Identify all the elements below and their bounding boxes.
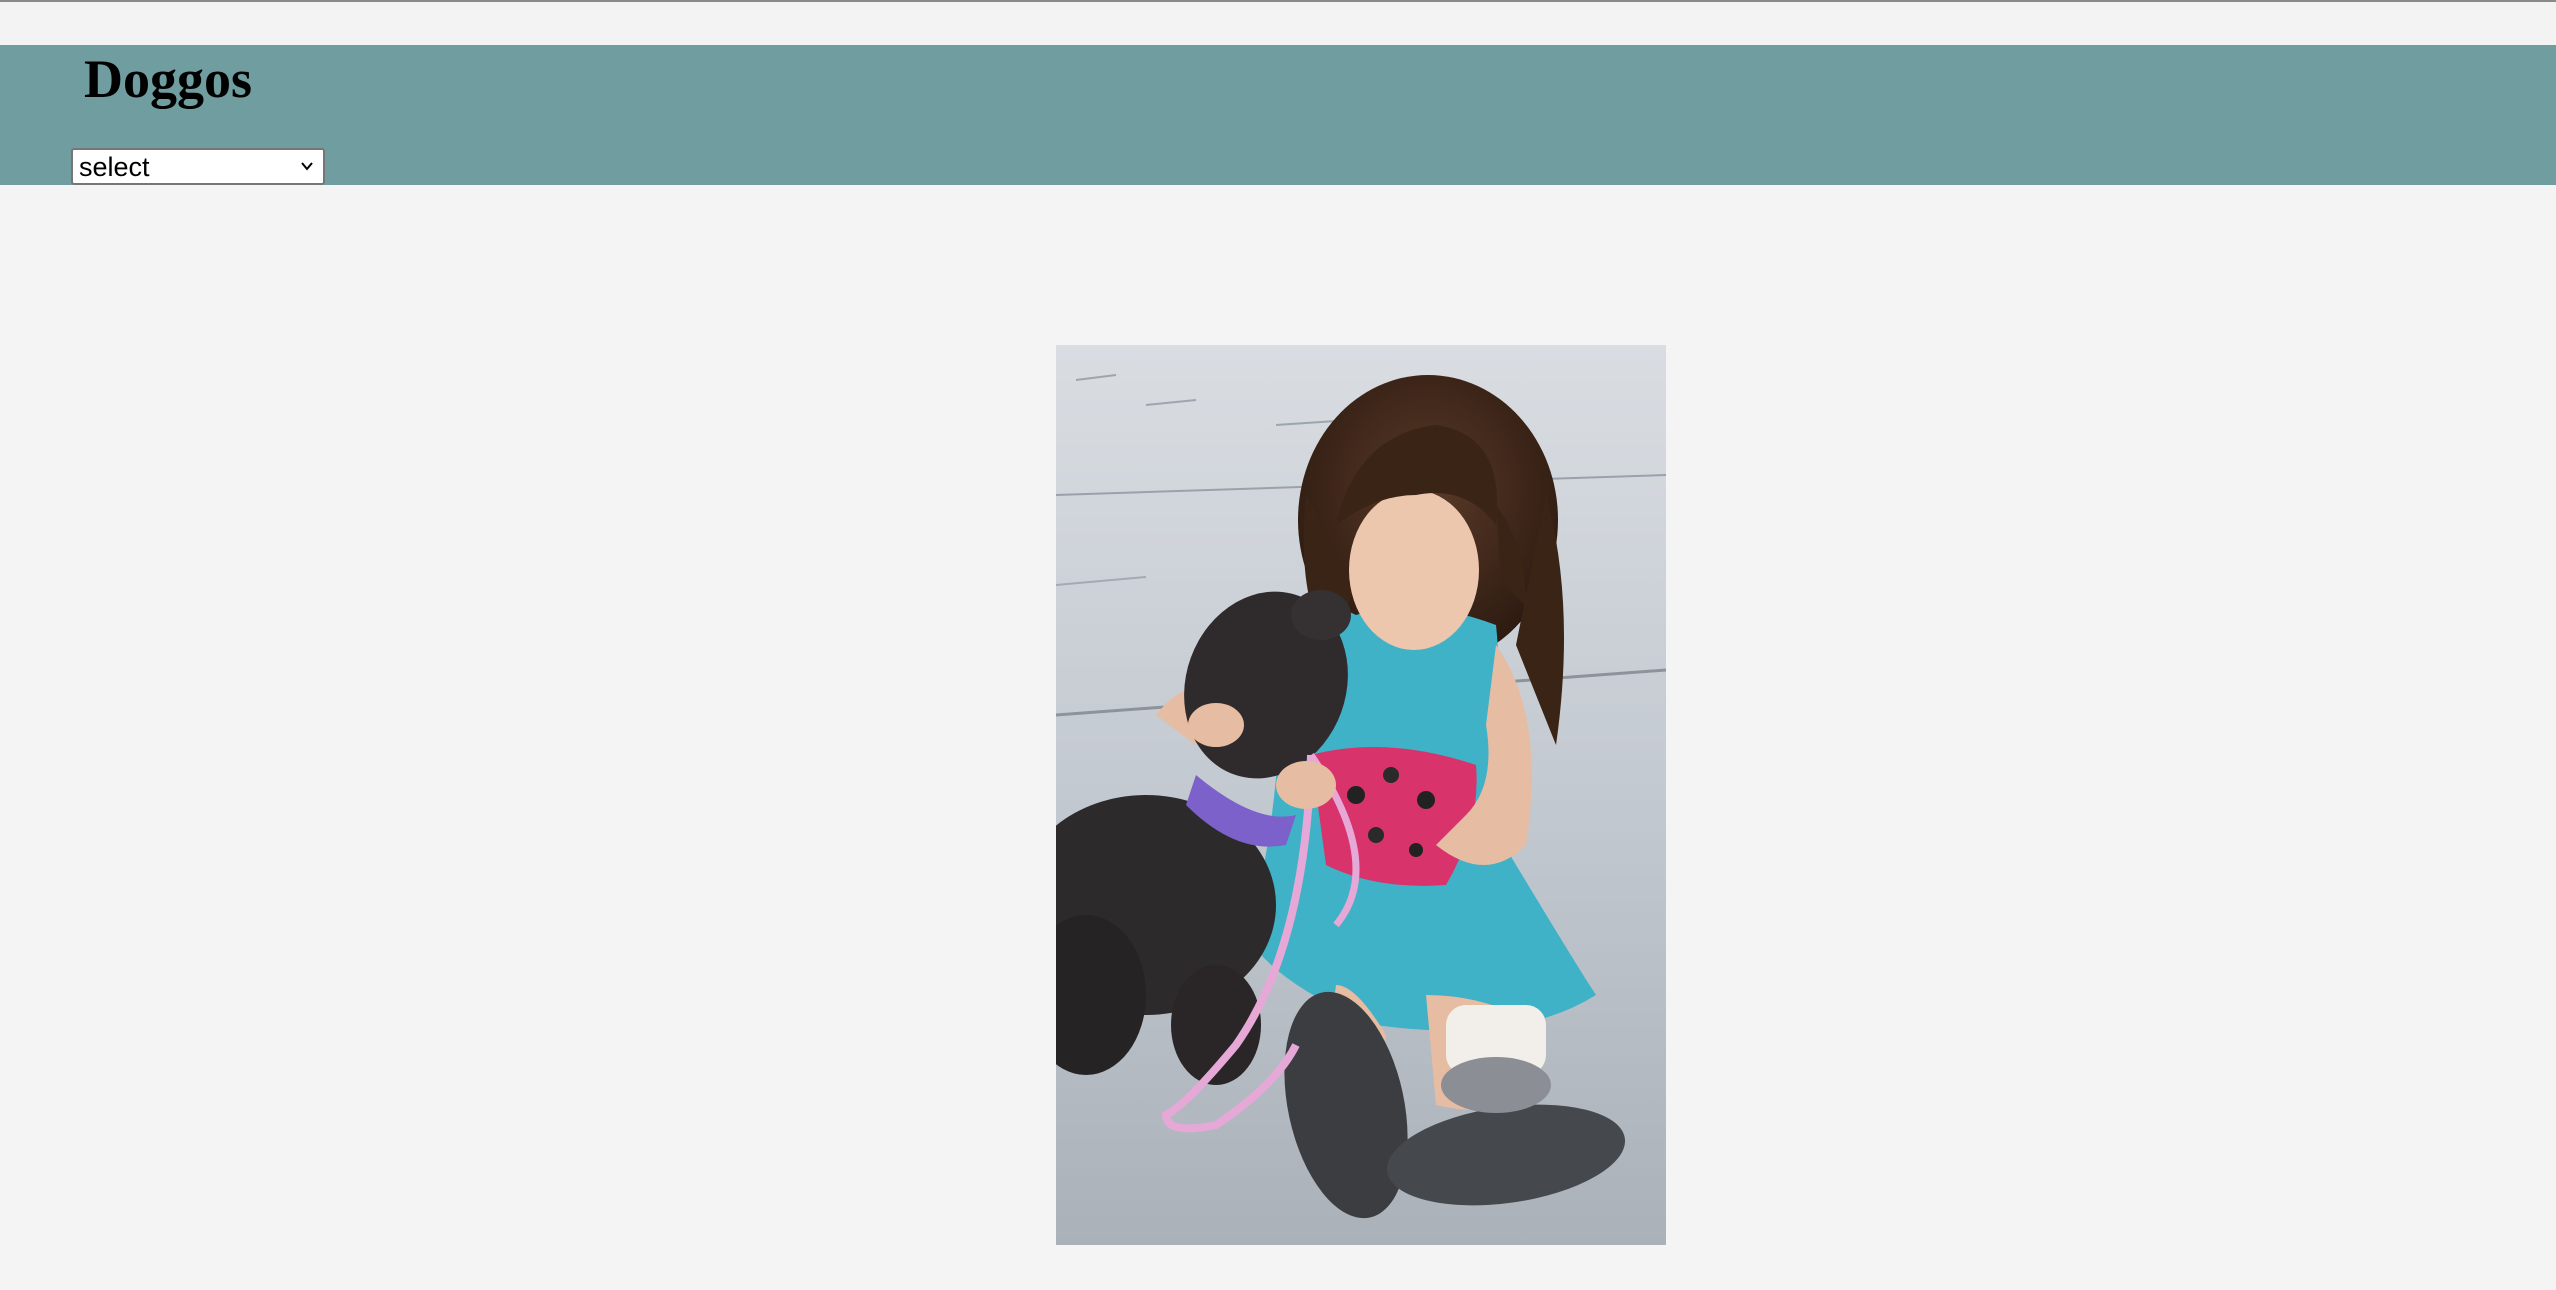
dog-photo: [1056, 345, 1666, 1245]
browser-top-strip: [0, 0, 2556, 45]
chevron-down-icon: [301, 162, 313, 171]
breed-select-value: select: [79, 152, 150, 182]
page-header: Doggos select: [0, 45, 2556, 185]
page-title: Doggos: [84, 49, 253, 109]
breed-select[interactable]: select: [71, 148, 325, 185]
